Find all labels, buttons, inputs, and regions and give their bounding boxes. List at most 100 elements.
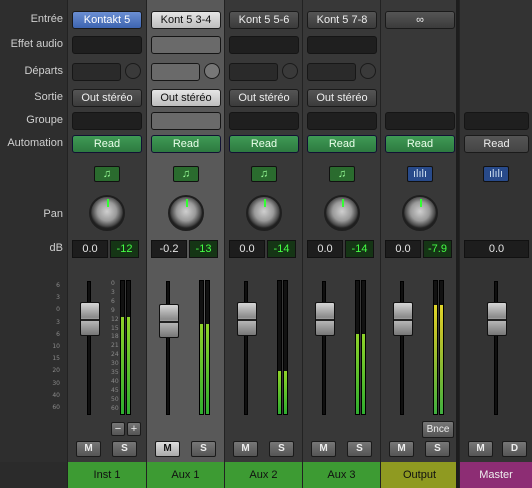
pan-knob[interactable] [246, 195, 282, 231]
level-meter-left [355, 280, 360, 415]
track-name[interactable]: Output [381, 462, 458, 488]
send-level-knob[interactable] [204, 63, 220, 79]
peak-readout[interactable]: -7.9 [423, 240, 452, 258]
meter-scale: 0 3 6 9 12 15 18 21 24 30 35 40 45 50 60 [111, 280, 119, 412]
volume-fader[interactable] [393, 302, 413, 336]
automation-button[interactable]: Read [229, 135, 299, 153]
send-slot[interactable] [72, 63, 121, 81]
label-input: Entrée [30, 13, 63, 25]
pan-knob[interactable] [168, 195, 204, 231]
group-slot[interactable] [464, 112, 529, 130]
track-name[interactable]: Aux 1 [147, 462, 224, 488]
audio-fx-slot[interactable] [151, 36, 221, 54]
channel-strip-aux-1: Kont 5 3-4 Out stéréo Read ♫ -0.2 -13 M … [146, 0, 224, 488]
level-meter-left [199, 280, 204, 415]
channel-strip-output: ∞ Read ılılı 0.0 -7.9 Bnce M S Output [380, 0, 458, 488]
level-meter-right [283, 280, 288, 415]
output-slot[interactable]: Out stéréo [229, 89, 299, 107]
automation-button[interactable]: Read [72, 135, 142, 153]
pan-knob[interactable] [324, 195, 360, 231]
meter-fill [284, 371, 287, 414]
send-level-knob[interactable] [125, 63, 141, 79]
automation-button[interactable]: Read [385, 135, 455, 153]
fader-track[interactable] [166, 281, 170, 415]
meter-fill [200, 323, 203, 414]
level-meter-right [126, 280, 131, 415]
mute-button[interactable]: M [76, 441, 101, 457]
solo-button[interactable]: S [191, 441, 216, 457]
add-button[interactable]: + [127, 422, 141, 436]
send-slot[interactable] [151, 63, 200, 81]
volume-readout[interactable]: 0.0 [72, 240, 108, 258]
group-slot[interactable] [151, 112, 221, 130]
volume-readout[interactable]: 0.0 [307, 240, 343, 258]
fader-scale: 6 3 0 3 6 10 15 20 30 40 60 [52, 282, 60, 412]
peak-readout[interactable]: -14 [345, 240, 374, 258]
volume-fader[interactable] [159, 304, 179, 338]
volume-readout[interactable]: 0.0 [229, 240, 265, 258]
audio-fx-slot[interactable] [307, 36, 377, 54]
mute-button[interactable]: M [233, 441, 258, 457]
input-slot[interactable]: Kontakt 5 [72, 11, 142, 29]
output-slot[interactable]: Out stéréo [72, 89, 142, 107]
solo-button[interactable]: S [425, 441, 450, 457]
group-slot[interactable] [385, 112, 455, 130]
solo-button[interactable]: S [112, 441, 137, 457]
dim-button[interactable]: D [502, 441, 527, 457]
send-slot[interactable] [229, 63, 278, 81]
volume-readout[interactable]: -0.2 [151, 240, 187, 258]
midi-note-icon[interactable]: ♫ [173, 166, 199, 182]
send-level-knob[interactable] [282, 63, 298, 79]
output-slot[interactable]: Out stéréo [307, 89, 377, 107]
mute-button[interactable]: M [468, 441, 493, 457]
peak-readout[interactable]: -14 [267, 240, 296, 258]
waveform-icon[interactable]: ılılı [407, 166, 433, 182]
stereo-link-button[interactable]: ∞ [385, 11, 455, 29]
meter-fill [362, 334, 365, 414]
send-slot[interactable] [307, 63, 356, 81]
mute-button[interactable]: M [311, 441, 336, 457]
volume-fader[interactable] [237, 302, 257, 336]
automation-button[interactable]: Read [464, 135, 529, 153]
track-name[interactable]: Inst 1 [68, 462, 146, 488]
pan-knob[interactable] [402, 195, 438, 231]
midi-note-icon[interactable]: ♫ [251, 166, 277, 182]
midi-note-icon[interactable]: ♫ [329, 166, 355, 182]
solo-button[interactable]: S [347, 441, 372, 457]
volume-readout[interactable]: 0.0 [464, 240, 529, 258]
group-slot[interactable] [72, 112, 142, 130]
volume-fader[interactable] [80, 302, 100, 336]
audio-fx-slot[interactable] [229, 36, 299, 54]
automation-button[interactable]: Read [151, 135, 221, 153]
label-group: Groupe [26, 114, 63, 126]
mute-button[interactable]: M [155, 441, 180, 457]
midi-note-icon[interactable]: ♫ [94, 166, 120, 182]
volume-readout[interactable]: 0.0 [385, 240, 421, 258]
remove-button[interactable]: − [111, 422, 125, 436]
input-slot[interactable]: Kont 5 5-6 [229, 11, 299, 29]
mute-button[interactable]: M [389, 441, 414, 457]
peak-readout[interactable]: -13 [189, 240, 218, 258]
level-meter-left [277, 280, 282, 415]
pan-knob[interactable] [89, 195, 125, 231]
group-slot[interactable] [307, 112, 377, 130]
volume-fader[interactable] [487, 302, 507, 336]
label-audio-fx: Effet audio [10, 38, 63, 50]
bounce-button[interactable]: Bnce [422, 421, 454, 438]
send-level-knob[interactable] [360, 63, 376, 79]
meter-fill [278, 371, 281, 414]
meter-fill [356, 334, 359, 414]
track-name[interactable]: Aux 2 [225, 462, 302, 488]
output-slot[interactable]: Out stéréo [151, 89, 221, 107]
volume-fader[interactable] [315, 302, 335, 336]
input-slot[interactable]: Kont 5 3-4 [151, 11, 221, 29]
track-name[interactable]: Master [460, 462, 532, 488]
waveform-icon[interactable]: ılılı [483, 166, 509, 182]
input-slot[interactable]: Kont 5 7-8 [307, 11, 377, 29]
automation-button[interactable]: Read [307, 135, 377, 153]
track-name[interactable]: Aux 3 [303, 462, 380, 488]
solo-button[interactable]: S [269, 441, 294, 457]
group-slot[interactable] [229, 112, 299, 130]
peak-readout[interactable]: -12 [110, 240, 139, 258]
audio-fx-slot[interactable] [72, 36, 142, 54]
